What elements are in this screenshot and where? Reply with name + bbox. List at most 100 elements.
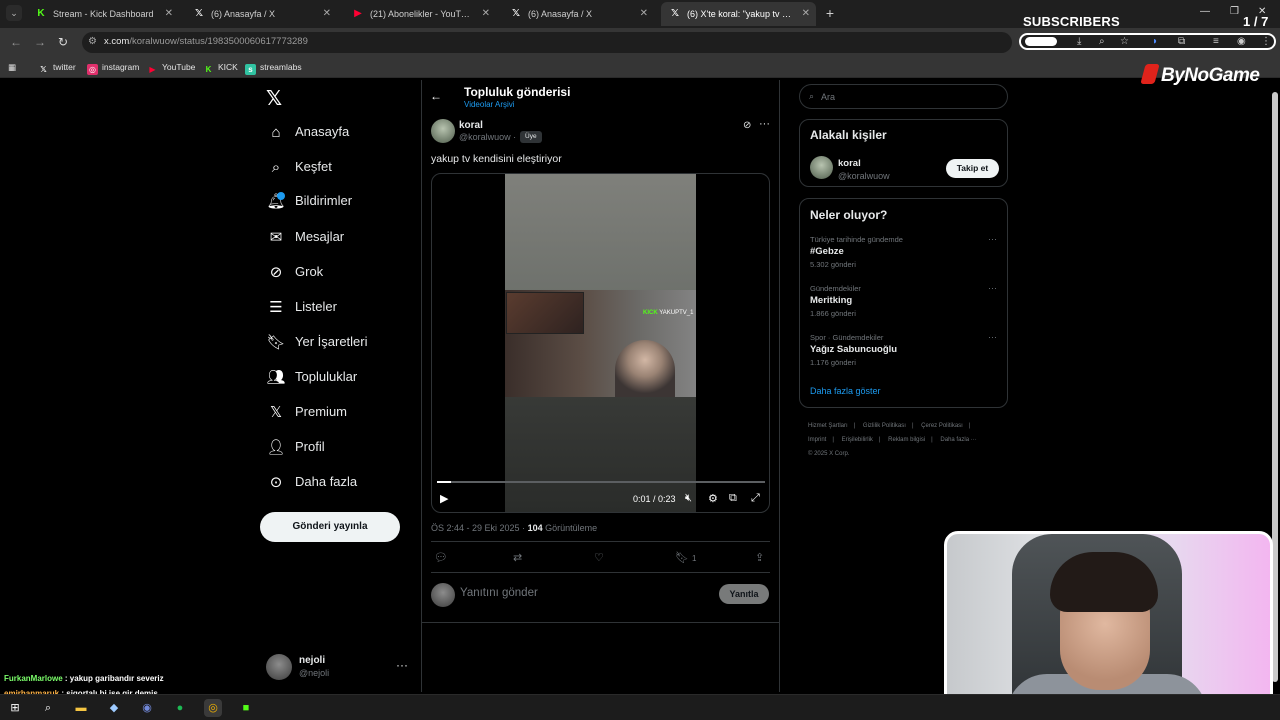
discord-icon[interactable]: ◉ bbox=[138, 699, 156, 717]
bookmark-youtube[interactable]: ▶ YouTube bbox=[147, 60, 195, 75]
nav-item-home[interactable]: ⌂ Anasayfa bbox=[266, 121, 416, 145]
like-icon[interactable]: ♡ bbox=[594, 551, 604, 564]
footer-link[interactable]: Imprint bbox=[808, 437, 826, 443]
video-player[interactable]: KICK YAKUPTV_1 ▶ 0:01 / 0:23 🔇︎ ⚙ ⧉ ⤢ bbox=[431, 173, 770, 513]
bookmark-icon: 🔖︎ bbox=[675, 552, 689, 564]
post-button[interactable]: Gönderi yayınla bbox=[260, 512, 400, 542]
footer-link[interactable]: Çerez Politikası bbox=[921, 423, 963, 429]
more-icon[interactable]: ··· bbox=[759, 118, 770, 130]
footer-link[interactable]: Hizmet Şartları bbox=[808, 423, 848, 429]
play-icon[interactable]: ▶ bbox=[440, 492, 448, 505]
reply-icon[interactable]: 💬︎ bbox=[434, 551, 448, 564]
close-tab-icon[interactable]: ✕ bbox=[323, 2, 331, 26]
account-switcher[interactable]: nejoli @nejoli ··· bbox=[266, 654, 416, 682]
site-info-icon[interactable]: ⚙ bbox=[88, 36, 97, 47]
related-name[interactable]: koral bbox=[838, 158, 861, 169]
retweet-icon[interactable]: ⇄ bbox=[513, 551, 522, 564]
settings-icon[interactable]: ⚙ bbox=[708, 492, 718, 505]
trend-item[interactable]: Türkiye tarihinde gündemde #Gebze 5.302 … bbox=[810, 234, 1000, 275]
reload-icon[interactable]: ↻ bbox=[58, 34, 68, 50]
file-explorer-icon[interactable]: ▬ bbox=[72, 699, 90, 717]
bookmark-action[interactable]: 🔖︎ 1 bbox=[675, 551, 696, 564]
search-input[interactable]: ⌕ Ara bbox=[799, 84, 1008, 109]
nav-item-explore[interactable]: ⌕ Keşfet bbox=[266, 156, 416, 180]
zoom-icon[interactable]: ⌕ bbox=[1099, 35, 1105, 48]
windows-start-icon[interactable]: ⊞ bbox=[6, 699, 24, 717]
footer-link[interactable]: Erişilebilirlik bbox=[842, 437, 873, 443]
bookmark-instagram[interactable]: ◎ instagram bbox=[87, 60, 139, 75]
community-link[interactable]: Videolar Arşivi bbox=[464, 100, 515, 109]
nav-item-profile[interactable]: 👤︎ Profil bbox=[266, 436, 416, 460]
nav-item-lists[interactable]: ☰ Listeler bbox=[266, 296, 416, 320]
install-icon[interactable]: ⤓ bbox=[1077, 35, 1081, 48]
tweet-timestamp[interactable]: ÖS 2:44 - 29 Eki 2025 · bbox=[431, 523, 528, 533]
show-more-link[interactable]: Daha fazla göster bbox=[810, 386, 881, 396]
nav-item-notifications[interactable]: 🔔︎ Bildirimler bbox=[266, 190, 416, 214]
browser-menu-icon[interactable]: ⋮ bbox=[1261, 35, 1271, 48]
nav-item-grok[interactable]: ⊘ Grok bbox=[266, 261, 416, 285]
app-icon[interactable]: ◆ bbox=[105, 699, 123, 717]
grok-icon[interactable]: ⊘ bbox=[743, 120, 751, 131]
share-icon[interactable]: ⇪ bbox=[755, 551, 764, 564]
bookmark-twitter[interactable]: 𝕏twitter bbox=[38, 60, 75, 75]
extension-icon[interactable]: ◗ bbox=[1152, 35, 1158, 48]
author-handle[interactable]: @koralwuow · bbox=[459, 132, 516, 142]
streamlabs-icon[interactable]: ■ bbox=[237, 699, 255, 717]
close-tab-icon[interactable]: ✕ bbox=[640, 2, 648, 26]
pip-icon[interactable]: ⧉ bbox=[729, 492, 737, 505]
back-icon[interactable]: ← bbox=[10, 34, 22, 50]
extension-pill[interactable] bbox=[1025, 37, 1057, 46]
bookmark-streamlabs[interactable]: s streamlabs bbox=[245, 60, 302, 75]
nav-item-bookmarks[interactable]: 🔖︎ Yer İşaretleri bbox=[266, 331, 416, 355]
browser-tab-active[interactable]: 𝕏 (6) X'te koral: "yakup tv kendisi ✕ bbox=[661, 2, 816, 26]
reply-button[interactable]: Yanıtla bbox=[719, 584, 769, 604]
spotify-icon[interactable]: ● bbox=[171, 699, 189, 717]
close-tab-icon[interactable]: ✕ bbox=[482, 2, 490, 26]
nav-item-more[interactable]: ⊙ Daha fazla bbox=[266, 471, 416, 495]
video-progress-bar[interactable] bbox=[437, 481, 765, 483]
media-icon[interactable]: ≡ bbox=[1213, 35, 1219, 48]
more-icon[interactable]: ··· bbox=[988, 332, 997, 342]
apps-grid-icon[interactable]: ▦ bbox=[8, 60, 16, 74]
footer-link[interactable]: Reklam bilgisi bbox=[888, 437, 925, 443]
divider bbox=[431, 572, 770, 573]
tab-search-icon[interactable]: ⌄ bbox=[6, 5, 22, 21]
account-handle: @nejoli bbox=[299, 668, 330, 678]
footer-link[interactable]: Gizlilik Politikası bbox=[863, 423, 906, 429]
reply-input[interactable]: Yanıtını gönder bbox=[460, 587, 538, 599]
nav-item-communities[interactable]: 👥︎ Topluluklar bbox=[266, 366, 416, 390]
trend-item[interactable]: Spor · Gündemdekiler Yağız Sabuncuoğlu 1… bbox=[810, 332, 1000, 373]
author-name[interactable]: koral bbox=[459, 120, 483, 131]
more-icon[interactable]: ··· bbox=[988, 234, 997, 244]
profile-avatar-icon[interactable]: ◉ bbox=[1237, 35, 1246, 48]
restore-icon[interactable]: ❐ bbox=[1230, 6, 1239, 17]
url-field[interactable]: ⚙ x.com/koralwuow/status/198350006061777… bbox=[82, 32, 1012, 53]
browser-tab[interactable]: ▶ (21) Abonelikler - YouTube ✕ bbox=[344, 2, 496, 26]
avatar[interactable] bbox=[810, 156, 833, 179]
trend-item[interactable]: Gündemdekiler Meritking 1.866 gönderi ··… bbox=[810, 283, 1000, 324]
nav-item-messages[interactable]: ✉ Mesajlar bbox=[266, 226, 416, 250]
footer-link[interactable]: Daha fazla ··· bbox=[940, 437, 976, 443]
forward-icon[interactable]: → bbox=[34, 34, 46, 50]
more-icon[interactable]: ··· bbox=[988, 283, 997, 293]
follow-button[interactable]: Takip et bbox=[946, 159, 999, 178]
minimize-icon[interactable]: — bbox=[1200, 6, 1210, 17]
browser-tab[interactable]: 𝕏 (6) Anasayfa / X ✕ bbox=[502, 2, 654, 26]
close-tab-icon[interactable]: ✕ bbox=[165, 2, 173, 26]
chrome-icon[interactable]: ◎ bbox=[204, 699, 222, 717]
bookmark-kick[interactable]: K KICK bbox=[203, 60, 238, 75]
x-logo-icon[interactable]: 𝕏 bbox=[266, 86, 282, 111]
back-arrow-icon[interactable]: ← bbox=[430, 89, 442, 103]
browser-tab[interactable]: K Stream - Kick Dashboard ✕ bbox=[27, 2, 179, 26]
close-tab-icon[interactable]: ✕ bbox=[802, 2, 810, 26]
author-avatar[interactable] bbox=[431, 119, 455, 143]
new-tab-button[interactable]: + bbox=[822, 4, 838, 22]
mute-icon[interactable]: 🔇︎ bbox=[685, 492, 692, 505]
nav-item-premium[interactable]: 𝕏 Premium bbox=[266, 401, 416, 425]
member-badge: Üye bbox=[520, 131, 542, 143]
fullscreen-icon[interactable]: ⤢ bbox=[751, 492, 760, 505]
star-icon[interactable]: ☆ bbox=[1120, 35, 1129, 48]
search-icon[interactable]: ⌕ bbox=[39, 699, 57, 717]
puzzle-icon[interactable]: ⧉ bbox=[1178, 35, 1185, 48]
browser-tab[interactable]: 𝕏 (6) Anasayfa / X ✕ bbox=[185, 2, 337, 26]
